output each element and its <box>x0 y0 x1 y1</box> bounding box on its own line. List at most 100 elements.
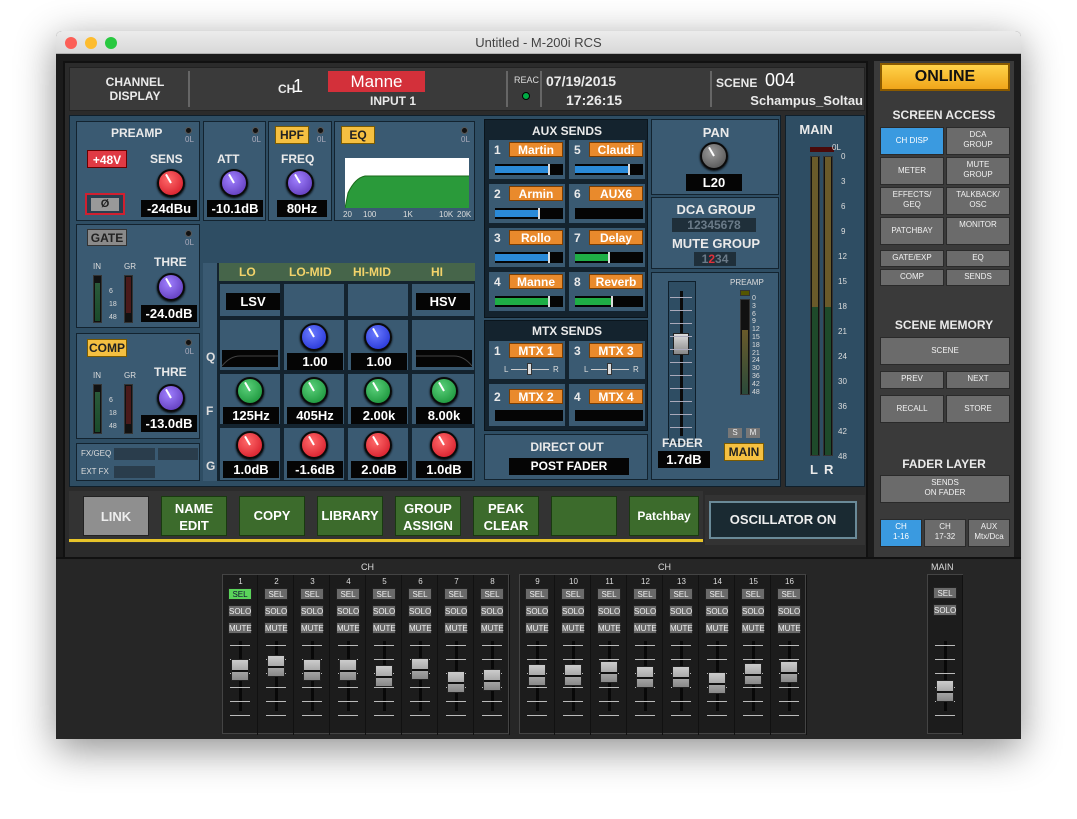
eq-lo-gain-knob[interactable] <box>236 431 264 459</box>
freq-knob[interactable] <box>286 169 314 197</box>
fader-cap[interactable] <box>231 659 249 681</box>
gate-button[interactable]: GATE <box>87 229 127 246</box>
comp-thre-knob[interactable] <box>157 384 185 412</box>
aux-send-level-5[interactable] <box>575 164 643 175</box>
sel-button[interactable]: SEL <box>741 588 765 600</box>
ch-name-field[interactable]: Manne <box>328 71 425 92</box>
aux-send-name-7[interactable]: Delay <box>589 230 643 245</box>
solo-button[interactable]: SOLO <box>633 605 657 617</box>
mute-button[interactable]: MUTE <box>300 622 324 634</box>
solo-button[interactable]: SOLO <box>336 605 360 617</box>
aux-send-level-8[interactable] <box>575 296 643 307</box>
screen-access-effects-geq[interactable]: EFFECTS/ GEQ <box>880 187 944 215</box>
blank-button[interactable] <box>551 496 617 536</box>
sel-button[interactable]: SEL <box>777 588 801 600</box>
fx-geq-slot-2[interactable] <box>158 448 198 460</box>
solo-button[interactable]: SOLO <box>669 605 693 617</box>
recall-button[interactable]: RECALL <box>880 395 944 423</box>
eq-button[interactable]: EQ <box>341 126 375 144</box>
solo-button[interactable]: SOLO <box>408 605 432 617</box>
mtx-send-2[interactable]: MTX 2 <box>509 389 563 404</box>
comp-button[interactable]: COMP <box>87 339 127 357</box>
aux-send-level-2[interactable] <box>495 208 563 219</box>
fx-geq-slot-1[interactable] <box>114 448 155 460</box>
sel-button[interactable]: SEL <box>561 588 585 600</box>
solo-button[interactable]: SOLO <box>300 605 324 617</box>
sel-button[interactable]: SEL <box>933 587 957 599</box>
mtx-1-pan[interactable] <box>527 363 532 375</box>
mtx-4-level[interactable] <box>575 410 643 421</box>
layer-aux-mtx-dca[interactable]: AUX Mtx/Dca <box>968 519 1010 547</box>
sel-button[interactable]: SEL <box>444 588 468 600</box>
name-edit-button[interactable]: NAME EDIT <box>161 496 227 536</box>
mute-button[interactable]: MUTE <box>561 622 585 634</box>
solo-button[interactable]: SOLO <box>777 605 801 617</box>
solo-button[interactable]: SOLO <box>705 605 729 617</box>
fader-cap[interactable] <box>528 663 546 686</box>
eq-himid-freq-knob[interactable] <box>364 377 392 405</box>
aux-send-name-4[interactable]: Manne <box>509 274 563 289</box>
screen-access-eq[interactable]: EQ <box>946 250 1010 267</box>
oscillator-button[interactable]: OSCILLATOR ON <box>709 501 857 539</box>
fader-cap[interactable] <box>600 661 618 684</box>
scene-button[interactable]: SCENE <box>880 337 1010 365</box>
sel-button[interactable]: SEL <box>525 588 549 600</box>
sel-button[interactable]: SEL <box>597 588 621 600</box>
screen-access-talkback-osc[interactable]: TALKBACK/ OSC <box>946 187 1010 215</box>
att-knob[interactable] <box>220 169 248 197</box>
eq-hi-type[interactable]: HSV <box>416 293 470 310</box>
solo-button[interactable]: SOLO <box>933 604 957 616</box>
eq-hi-gain-knob[interactable] <box>430 431 458 459</box>
dca-group-digits[interactable]: 12345678 <box>672 218 756 232</box>
screen-access-monitor[interactable]: MONITOR <box>946 217 1010 245</box>
phantom-power-button[interactable]: +48V <box>87 150 127 168</box>
screen-access-mute-group[interactable]: MUTE GROUP <box>946 157 1010 185</box>
eq-himid-gain-knob[interactable] <box>364 431 392 459</box>
solo-button[interactable]: SOLO <box>444 605 468 617</box>
prev-button[interactable]: PREV <box>880 371 944 389</box>
screen-access-meter[interactable]: METER <box>880 157 944 185</box>
fader-cap[interactable] <box>936 680 954 702</box>
sel-button[interactable]: SEL <box>228 588 252 600</box>
direct-out-value[interactable]: POST FADER <box>509 458 629 475</box>
hpf-button[interactable]: HPF <box>275 126 309 144</box>
mtx-3-pan[interactable] <box>607 363 612 375</box>
aux-send-name-6[interactable]: AUX6 <box>589 186 643 201</box>
mtx-send-3[interactable]: MTX 3 <box>589 343 643 358</box>
mute-button[interactable]: MUTE <box>264 622 288 634</box>
mute-button[interactable]: MUTE <box>336 622 360 634</box>
fader-cap[interactable] <box>411 657 429 680</box>
fader-cap[interactable] <box>744 662 762 685</box>
fader-cap[interactable] <box>267 655 285 678</box>
library-button[interactable]: LIBRARY <box>317 496 383 536</box>
mtx-send-4[interactable]: MTX 4 <box>589 389 643 404</box>
aux-send-name-1[interactable]: Martin <box>509 142 563 157</box>
next-button[interactable]: NEXT <box>946 371 1010 389</box>
eq-lo-type[interactable]: LSV <box>226 293 280 310</box>
sel-button[interactable]: SEL <box>264 588 288 600</box>
solo-button[interactable]: SOLO <box>228 605 252 617</box>
aux-send-level-7[interactable] <box>575 252 643 263</box>
screen-access-sends[interactable]: SENDS <box>946 269 1010 286</box>
fader-cap[interactable] <box>447 671 465 693</box>
mute-button[interactable]: MUTE <box>444 622 468 634</box>
store-button[interactable]: STORE <box>946 395 1010 423</box>
aux-send-name-5[interactable]: Claudi <box>589 142 643 157</box>
fader-cap[interactable] <box>636 666 654 689</box>
fader-cap[interactable] <box>564 663 582 686</box>
sel-button[interactable]: SEL <box>633 588 657 600</box>
mute-button[interactable]: MUTE <box>633 622 657 634</box>
layer-ch-17-32[interactable]: CH 17-32 <box>924 519 966 547</box>
mute-button[interactable]: MUTE <box>228 622 252 634</box>
fader-cap[interactable] <box>672 666 690 689</box>
mute-button[interactable]: MUTE <box>777 622 801 634</box>
phase-button[interactable]: Ø <box>91 198 119 211</box>
eq-lomid-q-knob[interactable] <box>300 323 328 351</box>
link-button[interactable]: LINK <box>83 496 149 536</box>
fader-cap[interactable] <box>483 669 501 692</box>
eq-hi-freq-knob[interactable] <box>430 377 458 405</box>
mute-button[interactable]: MUTE <box>741 622 765 634</box>
eq-lomid-freq-knob[interactable] <box>300 377 328 405</box>
mtx-send-1[interactable]: MTX 1 <box>509 343 563 358</box>
online-button[interactable]: ONLINE <box>880 63 1010 91</box>
